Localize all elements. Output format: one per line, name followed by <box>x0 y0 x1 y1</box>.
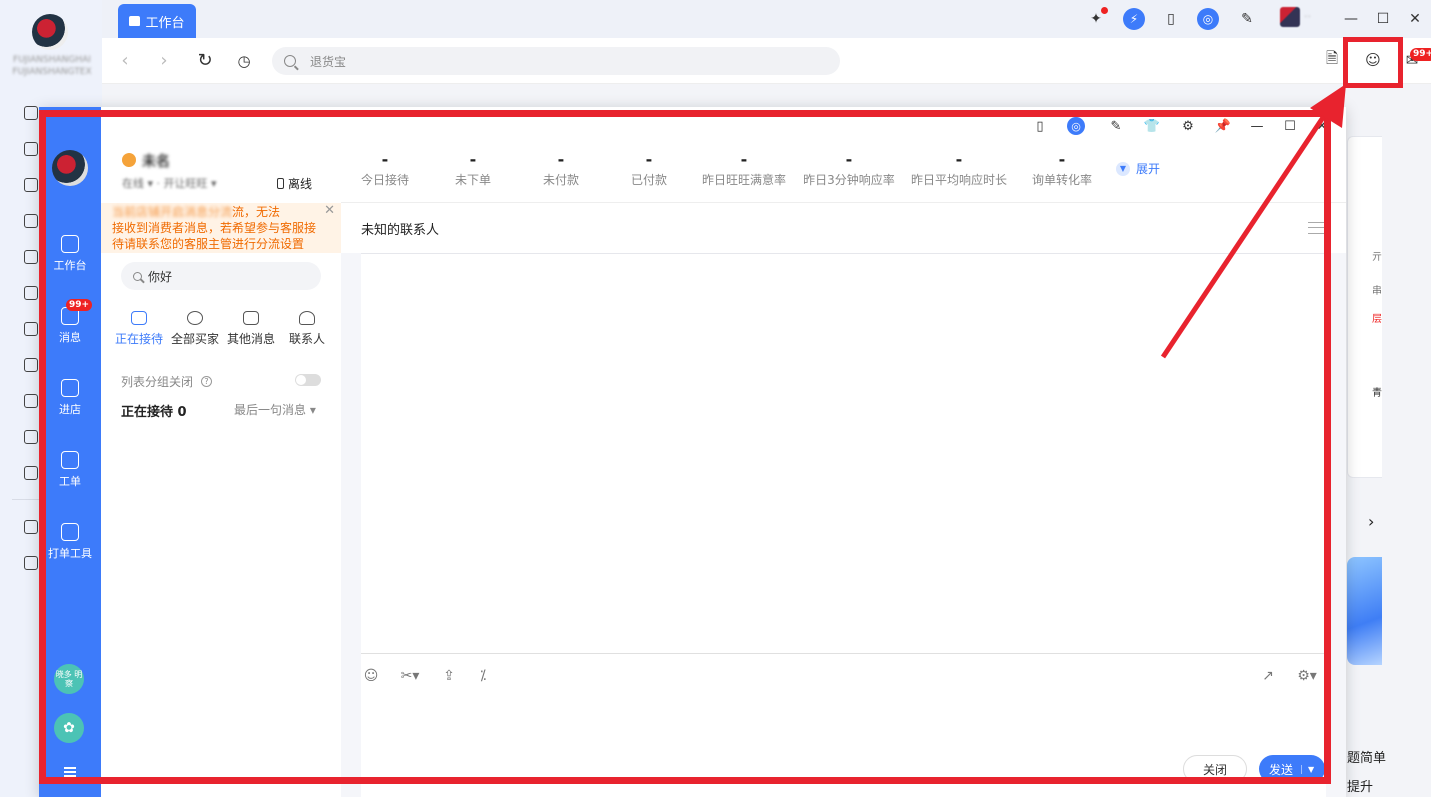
annotation-arrow-icon <box>1160 84 1346 359</box>
